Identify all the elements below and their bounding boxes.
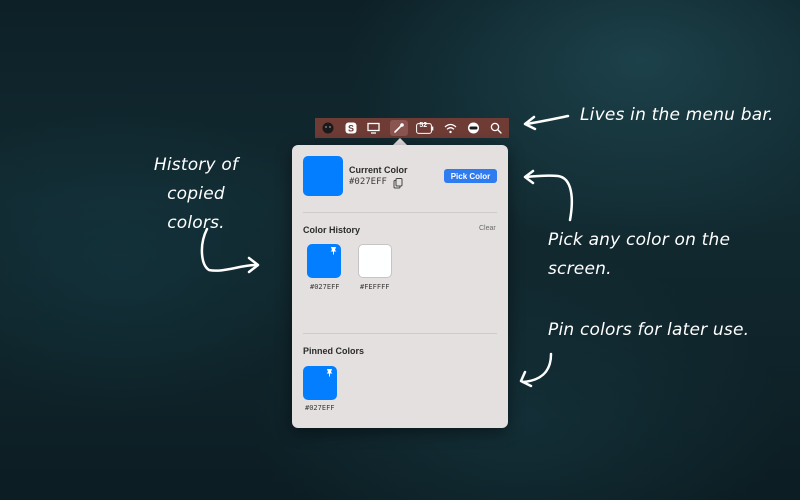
menu-bar: S 52 [315,118,509,138]
history-hex: #027EFF [310,283,340,291]
color-picker-popover: Current Color #027EFF Pick Color Color H… [292,145,508,428]
wifi-icon[interactable] [443,121,457,135]
pin-icon[interactable] [325,368,334,377]
callout-history-line1: History of copied [153,155,239,204]
svg-text:S: S [348,124,354,134]
s-app-icon[interactable]: S [344,121,358,135]
callout-pick-line2: screen. [548,259,612,279]
pin-icon[interactable] [329,246,338,255]
arrow-history [200,227,260,274]
callout-pick-line1: Pick any color on the [548,230,731,250]
callout-pin: Pin colors for later use. [548,320,750,340]
history-hex: #FEFFFF [360,283,390,291]
copy-icon[interactable] [393,176,403,194]
arrow-menu-bar [523,114,570,131]
color-history-title: Color History [303,225,361,235]
search-icon[interactable] [489,121,503,135]
arrow-pick [523,169,574,222]
current-color-hex: #027EFF [349,177,387,187]
divider-bottom [303,333,497,334]
pick-color-button[interactable]: Pick Color [444,169,497,183]
display-icon[interactable] [367,121,381,135]
history-swatch[interactable] [358,244,392,278]
battery-icon[interactable]: 52 [416,121,434,135]
current-color-swatch[interactable] [303,156,343,196]
callout-menu-bar: Lives in the menu bar. [580,105,774,125]
current-color-label: Current Color [349,165,408,175]
toggle-icon[interactable] [466,121,480,135]
callout-pick: Pick any color on the screen. [548,226,730,284]
clear-history-button[interactable]: Clear [479,225,496,232]
face-icon[interactable] [321,121,335,135]
history-swatch[interactable] [307,244,341,278]
pinned-swatch[interactable] [303,366,337,400]
pinned-colors-title: Pinned Colors [303,346,365,356]
arrow-pin [519,352,553,388]
eyedropper-icon[interactable] [389,120,408,136]
battery-text: 52 [419,122,428,129]
divider-top [303,212,497,213]
pinned-hex: #027EFF [305,404,335,412]
